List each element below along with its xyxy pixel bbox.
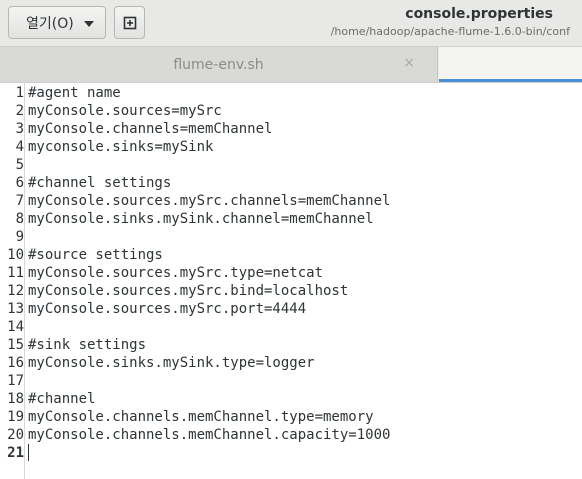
line-number: 7: [15, 193, 24, 209]
window-subtitle: /home/hadoop/apache-flume-1.6.0-bin/conf: [330, 25, 570, 38]
line-number: 2: [15, 103, 24, 119]
code-line[interactable]: 21: [0, 444, 582, 462]
code-text: myConsole.sources=mySrc: [28, 103, 222, 119]
code-line[interactable]: 1 #agent name: [0, 84, 582, 102]
code-text: #sink settings: [28, 337, 147, 353]
line-number: 21: [7, 445, 24, 461]
code-text: myConsole.channels.memChannel.type=memor…: [28, 409, 374, 425]
code-text: myConsole.sources.mySrc.channels=memChan…: [28, 193, 391, 209]
open-button-label: 열기(O): [26, 15, 74, 32]
code-line[interactable]: 12 myConsole.sources.mySrc.bind=localhost: [0, 282, 582, 300]
title-block: console.properties /home/hadoop/apache-f…: [300, 6, 570, 38]
code-line[interactable]: 15 #sink settings: [0, 336, 582, 354]
line-number: 6: [15, 175, 24, 191]
line-number: 9: [15, 229, 24, 245]
text-editor[interactable]: 1 #agent name 2 myConsole.sources=mySrc 3 myC…: [0, 83, 582, 479]
tab-console-properties[interactable]: [439, 47, 582, 82]
line-number: 8: [15, 211, 24, 227]
line-number: 4: [15, 139, 24, 155]
code-line[interactable]: 11 myConsole.sources.mySrc.type=netcat: [0, 264, 582, 282]
code-line[interactable]: 3 myConsole.channels=memChannel: [0, 120, 582, 138]
line-number: 11: [7, 265, 24, 281]
code-line[interactable]: 20 myConsole.channels.memChannel.capacity…: [0, 426, 582, 444]
line-number: 17: [7, 373, 24, 389]
line-number: 10: [7, 247, 24, 263]
line-number: 3: [15, 121, 24, 137]
text-cursor: [28, 444, 29, 461]
code-text: myConsole.sinks.mySink.type=logger: [28, 355, 315, 371]
code-line[interactable]: 4 myconsole.sinks=mySink: [0, 138, 582, 156]
tab-flume-env[interactable]: flume-env.sh ×: [0, 47, 438, 82]
line-number: 1: [15, 85, 24, 101]
code-text: #channel: [28, 391, 96, 407]
code-line[interactable]: 18 #channel: [0, 390, 582, 408]
code-line[interactable]: 14: [0, 318, 582, 336]
header-bar: 열기(O) console.properties /home/hadoop/ap…: [0, 0, 582, 47]
code-text: myconsole.sinks=mySink: [28, 139, 214, 155]
chevron-down-icon: [84, 21, 94, 27]
code-line[interactable]: 6 #channel settings: [0, 174, 582, 192]
line-number: 15: [7, 337, 24, 353]
line-number: 19: [7, 409, 24, 425]
code-line[interactable]: 16 myConsole.sinks.mySink.type=logger: [0, 354, 582, 372]
code-line[interactable]: 8 myConsole.sinks.mySink.channel=memChann…: [0, 210, 582, 228]
code-line[interactable]: 2 myConsole.sources=mySrc: [0, 102, 582, 120]
code-text: myConsole.sinks.mySink.channel=memChanne…: [28, 211, 374, 227]
new-document-icon: [123, 16, 136, 29]
new-document-button[interactable]: [114, 6, 145, 39]
line-number: 20: [7, 427, 24, 443]
line-number: 13: [7, 301, 24, 317]
code-text: myConsole.channels=memChannel: [28, 121, 273, 137]
line-number: 16: [7, 355, 24, 371]
code-text: myConsole.sources.mySrc.port=4444: [28, 301, 307, 317]
code-text: myConsole.sources.mySrc.type=netcat: [28, 265, 324, 281]
line-number: 12: [7, 283, 24, 299]
line-number: 18: [7, 391, 24, 407]
code-line[interactable]: 10 #source settings: [0, 246, 582, 264]
open-button[interactable]: 열기(O): [8, 6, 106, 39]
code-text: #agent name: [28, 85, 121, 101]
code-line[interactable]: 5: [0, 156, 582, 174]
code-line[interactable]: 17: [0, 372, 582, 390]
line-number: 14: [7, 319, 24, 335]
code-line[interactable]: 13 myConsole.sources.mySrc.port=4444: [0, 300, 582, 318]
code-line[interactable]: 19 myConsole.channels.memChannel.type=mem…: [0, 408, 582, 426]
close-icon[interactable]: ×: [403, 56, 415, 70]
code-text: #channel settings: [28, 175, 172, 191]
tab-bar: flume-env.sh ×: [0, 47, 582, 83]
code-line[interactable]: 9: [0, 228, 582, 246]
code-text: #source settings: [28, 247, 163, 263]
window-title: console.properties: [405, 6, 553, 22]
code-text: myConsole.channels.memChannel.capacity=1…: [28, 427, 391, 443]
code-line[interactable]: 7 myConsole.sources.mySrc.channels=memCha…: [0, 192, 582, 210]
code-text: myConsole.sources.mySrc.bind=localhost: [28, 283, 349, 299]
line-number: 5: [15, 157, 24, 173]
tab-label: flume-env.sh: [173, 57, 264, 73]
